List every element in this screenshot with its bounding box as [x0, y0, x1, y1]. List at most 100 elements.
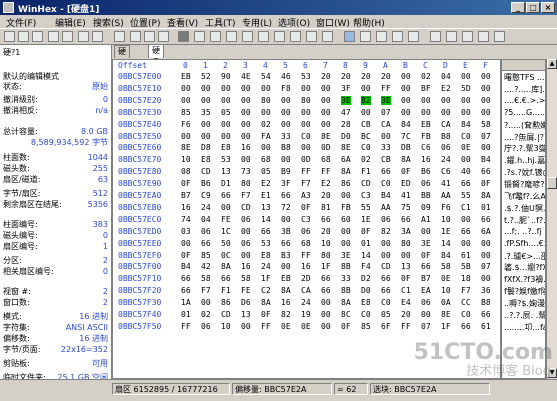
- hex-byte[interactable]: 00: [241, 227, 251, 236]
- hex-byte[interactable]: 00: [321, 96, 331, 105]
- hex-byte[interactable]: 8E: [321, 132, 331, 141]
- hex-byte[interactable]: BF: [421, 84, 431, 93]
- hex-byte[interactable]: 53: [301, 72, 311, 81]
- text-row[interactable]: fXfX.?f3襣.?..: [504, 274, 545, 285]
- hex-byte[interactable]: 8E: [181, 143, 191, 152]
- hex-byte[interactable]: 00: [241, 84, 251, 93]
- hex-byte[interactable]: 00: [281, 96, 291, 105]
- hex-byte[interactable]: 00: [401, 72, 411, 81]
- hex-byte[interactable]: 20: [401, 310, 411, 319]
- hex-byte[interactable]: 61: [461, 251, 471, 260]
- hex-byte[interactable]: 00: [381, 251, 391, 260]
- hex-byte[interactable]: EB: [181, 72, 191, 81]
- hex-byte[interactable]: 05: [221, 108, 231, 117]
- hex-byte[interactable]: 8C: [341, 310, 351, 319]
- hex-byte[interactable]: 20: [321, 191, 331, 200]
- hex-byte[interactable]: 85: [361, 322, 371, 331]
- hex-byte[interactable]: 00: [421, 108, 431, 117]
- cut-icon[interactable]: [130, 31, 141, 42]
- hex-byte[interactable]: 00: [421, 310, 431, 319]
- hex-byte[interactable]: FA: [261, 132, 271, 141]
- hex-byte[interactable]: B8: [281, 143, 291, 152]
- hex-byte[interactable]: 66: [481, 167, 491, 176]
- text-row[interactable]: ..?.?.屃. .幚f: [504, 310, 545, 321]
- hex-byte[interactable]: 20: [321, 227, 331, 236]
- hex-byte[interactable]: 8A: [481, 191, 491, 200]
- hex-byte[interactable]: FF: [301, 167, 311, 176]
- hex-byte[interactable]: 00: [281, 108, 291, 117]
- hex-byte[interactable]: 8B: [341, 286, 351, 295]
- hex-byte[interactable]: 00: [321, 84, 331, 93]
- hex-byte[interactable]: 0F: [261, 310, 271, 319]
- hex-byte[interactable]: 02: [261, 120, 271, 129]
- hex-byte[interactable]: 0F: [401, 274, 411, 283]
- hex-byte[interactable]: 00: [421, 96, 431, 105]
- hex-byte[interactable]: F7: [461, 286, 471, 295]
- hex-byte[interactable]: 06: [421, 298, 431, 307]
- hex-byte[interactable]: 00: [341, 191, 351, 200]
- hex-byte[interactable]: 66: [261, 227, 271, 236]
- hex-byte[interactable]: 50: [221, 239, 231, 248]
- compare-icon[interactable]: [408, 31, 419, 42]
- hex-byte[interactable]: FF: [181, 322, 191, 331]
- hex-byte[interactable]: 66: [421, 262, 431, 271]
- go-to-offset-icon[interactable]: [258, 31, 269, 42]
- hex-byte[interactable]: 02: [361, 155, 371, 164]
- hex-byte[interactable]: 00: [201, 132, 211, 141]
- hex-byte[interactable]: 3E: [341, 95, 351, 105]
- tab-disk1[interactable]: 硬盘1: [148, 44, 164, 79]
- hex-byte[interactable]: 13: [401, 262, 411, 271]
- hex-byte[interactable]: 00: [241, 120, 251, 129]
- hex-byte[interactable]: 00: [301, 143, 311, 152]
- hex-byte[interactable]: F1: [361, 167, 371, 176]
- scrollbar-thumb[interactable]: [547, 177, 557, 189]
- next-sector-icon[interactable]: [478, 31, 489, 42]
- hex-byte[interactable]: CB: [381, 155, 391, 164]
- hex-byte[interactable]: 3E: [341, 251, 351, 260]
- hex-byte[interactable]: 24: [261, 262, 271, 271]
- hex-byte[interactable]: 07: [481, 132, 491, 141]
- hex-byte[interactable]: 53: [221, 155, 231, 164]
- hex-byte[interactable]: 3E: [421, 239, 431, 248]
- hex-byte[interactable]: D8: [201, 143, 211, 152]
- hex-byte[interactable]: 72: [281, 203, 291, 212]
- winhex-app-icon[interactable]: [3, 2, 14, 13]
- hex-byte[interactable]: 00: [201, 96, 211, 105]
- hex-byte[interactable]: 85: [181, 108, 191, 117]
- print-icon[interactable]: [48, 31, 59, 42]
- hex-byte[interactable]: 58: [201, 274, 211, 283]
- hex-byte[interactable]: 82: [361, 95, 371, 105]
- hex-byte[interactable]: 0F: [481, 179, 491, 188]
- open-file-icon[interactable]: [18, 31, 29, 42]
- hex-byte[interactable]: 6F: [381, 322, 391, 331]
- hex-byte[interactable]: CA: [381, 120, 391, 129]
- hex-byte[interactable]: 00: [301, 108, 311, 117]
- hex-byte[interactable]: 8A: [221, 262, 231, 271]
- hex-byte[interactable]: 1F: [261, 274, 271, 283]
- text-row[interactable]: .$.?.伷U猽.雒.: [504, 203, 545, 214]
- hex-byte[interactable]: 41: [441, 179, 451, 188]
- hex-byte[interactable]: 86: [341, 179, 351, 188]
- hex-byte[interactable]: 8A: [341, 167, 351, 176]
- hex-byte[interactable]: FF: [261, 322, 271, 331]
- hex-byte[interactable]: B8: [481, 298, 491, 307]
- hex-byte[interactable]: 1E: [361, 215, 371, 224]
- hex-byte[interactable]: 54: [261, 72, 271, 81]
- hex-byte[interactable]: FF: [401, 322, 411, 331]
- hex-byte[interactable]: B4: [381, 191, 391, 200]
- hex-byte[interactable]: 00: [241, 96, 251, 105]
- hex-byte[interactable]: 00: [341, 227, 351, 236]
- hex-byte[interactable]: EB: [421, 120, 431, 129]
- hex-byte[interactable]: 41: [401, 191, 411, 200]
- hex-byte[interactable]: 13: [221, 167, 231, 176]
- hex-byte[interactable]: 00: [221, 96, 231, 105]
- hex-byte[interactable]: 86: [221, 298, 231, 307]
- hex-byte[interactable]: FE: [241, 286, 251, 295]
- hex-byte[interactable]: 80: [401, 239, 411, 248]
- hex-byte[interactable]: 3A: [401, 227, 411, 236]
- hex-byte[interactable]: 00: [201, 84, 211, 93]
- hex-byte[interactable]: EB: [281, 274, 291, 283]
- hex-byte[interactable]: B4: [481, 155, 491, 164]
- text-row[interactable]: t.?..胒`..f?.f: [504, 215, 545, 226]
- hex-byte[interactable]: B8: [441, 132, 451, 141]
